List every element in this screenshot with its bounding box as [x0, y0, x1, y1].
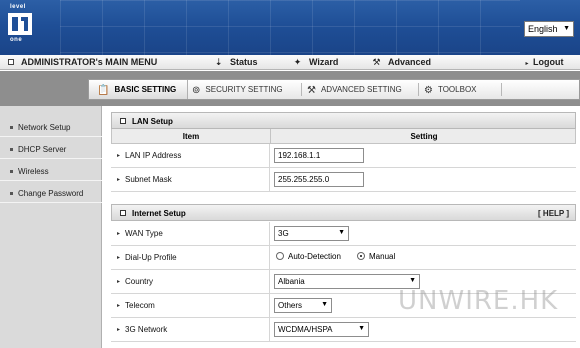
arrow-right-icon: ▸: [117, 279, 121, 285]
chevron-down-icon: ▼: [321, 301, 328, 308]
sidebar: Network Setup DHCP Server Wireless Chang…: [0, 106, 102, 348]
network-select[interactable]: WCDMA/HSPA ▼: [274, 322, 369, 337]
wizard-menu-item[interactable]: ✦ Wizard: [292, 57, 339, 68]
network-label: ▸ 3G Network: [117, 325, 168, 334]
logo-top-text: level: [10, 4, 26, 10]
dialup-profile-label: ▸ Dial-Up Profile: [117, 253, 177, 262]
arrow-right-icon: ▸: [117, 177, 121, 183]
subnet-mask-input[interactable]: 255.255.255.0: [274, 172, 364, 187]
wan-type-select[interactable]: 3G ▼: [274, 226, 349, 241]
square-bullet-icon: [120, 118, 126, 124]
manual-radio[interactable]: Manual: [357, 252, 395, 261]
auto-detection-radio[interactable]: Auto-Detection: [276, 252, 341, 261]
internet-setup-header: Internet Setup [ HELP ]: [111, 204, 576, 221]
logout-menu-item[interactable]: ▸ Logout: [524, 57, 563, 67]
column-item: Item: [182, 132, 200, 141]
header-grid-pattern: [60, 0, 520, 55]
settings-tabs: 📋 BASIC SETTING ⊚ SECURITY SETTING ⚒ ADVANC…: [88, 79, 580, 100]
language-select[interactable]: English ▼: [524, 21, 574, 37]
table-row: ▸ LAN IP Address 192.168.1.1: [111, 144, 576, 168]
lan-setup-header: LAN Setup: [111, 112, 576, 129]
lan-ip-input[interactable]: 192.168.1.1: [274, 148, 364, 163]
square-bullet-icon: [120, 210, 126, 216]
chevron-down-icon: ▼: [409, 277, 416, 284]
arrow-right-icon: ▸: [117, 255, 121, 261]
wan-type-label: ▸ WAN Type: [117, 229, 163, 238]
toolbox-icon: ⚙: [424, 85, 433, 96]
tab-advanced-setting[interactable]: ⚒ ADVANCED SETTING: [307, 80, 419, 99]
level-one-logo: level one: [8, 4, 34, 48]
status-menu-item[interactable]: ⇣ Status: [213, 57, 258, 68]
chevron-down-icon: ▼: [338, 229, 345, 236]
header-banner: level one English ▼: [0, 0, 580, 55]
subnet-mask-label: ▸ Subnet Mask: [117, 175, 172, 184]
tab-security-setting[interactable]: ⊚ SECURITY SETTING: [192, 80, 302, 99]
table-row: ▸ 3G Network WCDMA/HSPA ▼: [111, 318, 576, 342]
sidebar-item-change-password[interactable]: Change Password: [0, 184, 102, 203]
sidebar-item-network-setup[interactable]: Network Setup: [0, 118, 102, 137]
advanced-setting-icon: ⚒: [307, 85, 316, 96]
radio-unchecked-icon: [276, 252, 284, 260]
watermark-text: UNWIRE.HK: [398, 286, 559, 316]
table-row: ▸ WAN Type 3G ▼: [111, 222, 576, 246]
logo-bottom-text: one: [10, 37, 23, 43]
arrow-right-icon: ▸: [117, 327, 121, 333]
bullet-icon: [10, 126, 13, 129]
bullet-icon: [10, 170, 13, 173]
security-setting-icon: ⊚: [192, 85, 201, 96]
main-menu-bar: ADMINISTRATOR's MAIN MENU ⇣ Status ✦ Wizar…: [0, 55, 580, 70]
sidebar-item-dhcp-server[interactable]: DHCP Server: [0, 140, 102, 159]
arrow-right-icon: ▸: [525, 61, 529, 67]
tab-basic-setting[interactable]: 📋 BASIC SETTING: [89, 80, 188, 99]
radio-checked-icon: [357, 252, 365, 260]
status-icon: ⇣: [214, 57, 223, 67]
language-selected: English: [528, 24, 558, 34]
arrow-right-icon: ▸: [117, 153, 121, 159]
bullet-icon: [10, 148, 13, 151]
help-link[interactable]: [ HELP ]: [538, 209, 569, 218]
chevron-down-icon: ▼: [358, 325, 365, 332]
arrow-right-icon: ▸: [117, 231, 121, 237]
sidebar-item-wireless[interactable]: Wireless: [0, 162, 102, 181]
logo-mark-icon: [8, 13, 32, 35]
tab-toolbox[interactable]: ⚙ TOOLBOX: [424, 80, 502, 99]
basic-setting-icon: 📋: [97, 85, 110, 96]
arrow-right-icon: ▸: [117, 303, 121, 309]
advanced-menu-item[interactable]: ⚒ Advanced: [371, 57, 431, 68]
telecom-label: ▸ Telecom: [117, 301, 155, 310]
country-label: ▸ Country: [117, 277, 154, 286]
telecom-select[interactable]: Others ▼: [274, 298, 332, 313]
chevron-down-icon: ▼: [563, 25, 570, 32]
advanced-icon: ⚒: [372, 57, 381, 67]
column-setting: Setting: [270, 129, 577, 144]
bullet-icon: [10, 192, 13, 195]
main-menu-title: ADMINISTRATOR's MAIN MENU: [8, 57, 157, 67]
table-row: ▸ Dial-Up Profile Auto-Detection Manual: [111, 246, 576, 270]
lan-ip-label: ▸ LAN IP Address: [117, 151, 182, 160]
table-column-header: Item Setting: [111, 129, 576, 144]
wizard-icon: ✦: [293, 57, 302, 67]
square-bullet-icon: [8, 59, 14, 65]
table-row: ▸ Subnet Mask 255.255.255.0: [111, 168, 576, 192]
